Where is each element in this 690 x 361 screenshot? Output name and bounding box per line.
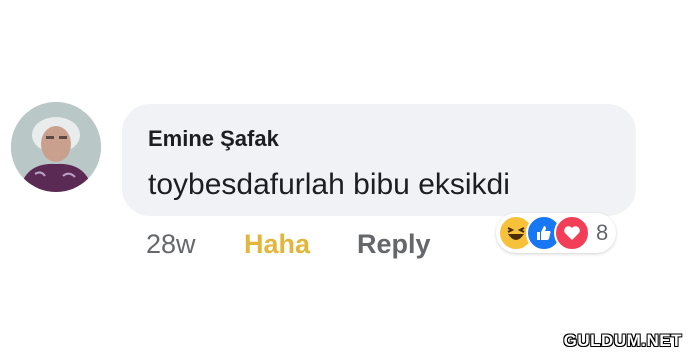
reaction-button[interactable]: Haha	[244, 229, 310, 260]
reactions-summary[interactable]: 8	[496, 213, 617, 253]
watermark: GULDUM.NET	[563, 331, 682, 350]
profile-photo	[11, 102, 101, 192]
comment-bubble: Emine Şafak toybesdafurlah bibu eksikdi	[122, 104, 636, 216]
reaction-count: 8	[596, 220, 609, 245]
comment-text: toybesdafurlah bibu eksikdi	[148, 168, 510, 201]
love-icon	[554, 215, 590, 251]
reply-button[interactable]: Reply	[357, 229, 431, 260]
comment-timestamp[interactable]: 28w	[146, 229, 196, 260]
comment-author[interactable]: Emine Şafak	[148, 126, 279, 152]
avatar[interactable]	[11, 102, 101, 192]
